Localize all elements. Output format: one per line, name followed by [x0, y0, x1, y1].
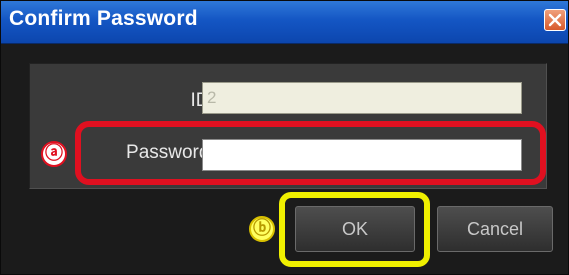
- annotation-marker-a: ⓐ: [41, 141, 67, 167]
- cancel-button[interactable]: Cancel: [437, 206, 553, 252]
- confirm-password-dialog: Confirm Password ID : Password : ⓐ ⓑ OK …: [0, 0, 569, 275]
- close-button[interactable]: [544, 9, 566, 31]
- id-field: [202, 82, 522, 114]
- window-title: Confirm Password: [9, 7, 198, 30]
- annotation-marker-b: ⓑ: [249, 216, 275, 242]
- password-highlight-box: [75, 121, 546, 185]
- ok-button[interactable]: OK: [295, 206, 415, 252]
- title-bar[interactable]: Confirm Password: [1, 1, 568, 44]
